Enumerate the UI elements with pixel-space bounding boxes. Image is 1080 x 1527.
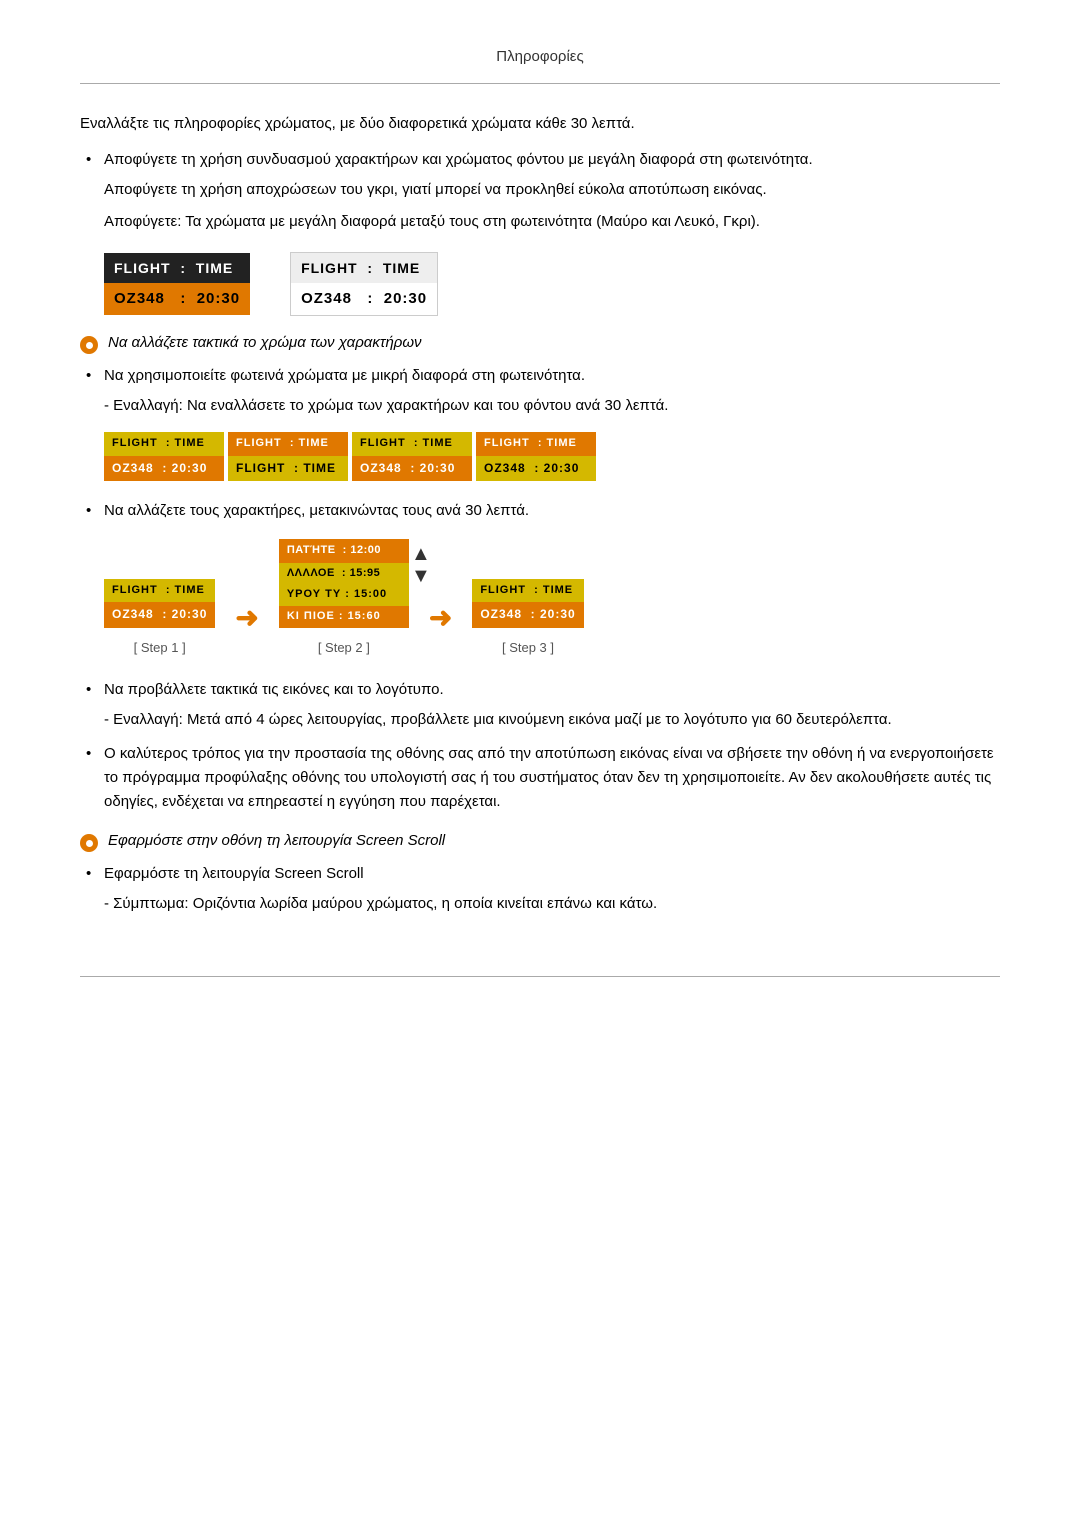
flight-header-light: FLIGHT : TIME xyxy=(291,253,437,283)
flight-data-light: OZ348 : 20:30 xyxy=(291,283,437,315)
step-3-container: FLIGHT : TIME OZ348 : 20:30 [ Step 3 ] xyxy=(472,579,583,659)
step-3-label: [ Step 3 ] xyxy=(502,638,554,659)
demo-row-1: FLIGHT : TIME OZ348 : 20:30 FLIGHT : TIM… xyxy=(104,252,1000,316)
second-bullet-list: Να χρησιμοποιείτε φωτεινά χρώματα με μικ… xyxy=(80,364,1000,814)
fbox-4-header: FLIGHT : TIME xyxy=(476,432,596,456)
step-2-box: ΠΑΤΉΤΕ : 12:00 ΛΛΛΛΟΕ : 15:95 ΥΡΟΥ ΤΥ : … xyxy=(279,539,409,627)
orange-circle-icon xyxy=(80,336,98,354)
fbox-2-data: FLIGHT : TIME xyxy=(228,456,348,481)
orange-circle-icon-2 xyxy=(80,834,98,852)
page-footer-line xyxy=(80,976,1000,977)
arrow-up-icon: ▲ xyxy=(411,543,431,565)
step-1-container: FLIGHT : TIME OZ348 : 20:30 [ Step 1 ] xyxy=(104,579,215,659)
step-arrow-2: ➜ xyxy=(429,596,452,641)
bullet-item-3: Να αλλάζετε τους χαρακτήρες, μετακινώντα… xyxy=(80,499,1000,658)
step-3-data: OZ348 : 20:30 xyxy=(472,602,583,627)
fbox-1-header: FLIGHT : TIME xyxy=(104,432,224,456)
bullet-item-5: Ο καλύτερος τρόπος για την προστασία της… xyxy=(80,742,1000,814)
flight-header-dark: FLIGHT : TIME xyxy=(104,253,250,283)
step-1-data: OZ348 : 20:30 xyxy=(104,602,215,627)
fbox-2: FLIGHT : TIME FLIGHT : TIME xyxy=(228,432,348,481)
flight-box-dark: FLIGHT : TIME OZ348 : 20:30 xyxy=(104,253,250,315)
fbox-1: FLIGHT : TIME OZ348 : 20:30 xyxy=(104,432,224,481)
flight-data-dark: OZ348 : 20:30 xyxy=(104,283,250,315)
step-2-header-1: ΠΑΤΉΤΕ : 12:00 xyxy=(279,539,409,563)
step-arrow-1: ➜ xyxy=(235,596,258,641)
fbox-4-data: OZ348 : 20:30 xyxy=(476,456,596,481)
step-1-label: [ Step 1 ] xyxy=(134,638,186,659)
steps-row: FLIGHT : TIME OZ348 : 20:30 [ Step 1 ] ➜… xyxy=(104,539,1000,658)
step-2-data-2: ΚΙ ΠΙΟΕ : 15:60 xyxy=(279,606,409,628)
third-bullet-list: Εφαρμόστε τη λειτουργία Screen Scroll - … xyxy=(80,862,1000,916)
page-container: Πληροφορίες Εναλλάξτε τις πληροφορίες χρ… xyxy=(0,0,1080,1037)
bullet-item-6: Εφαρμόστε τη λειτουργία Screen Scroll - … xyxy=(80,862,1000,916)
sub-text-6: - Σύμπτωμα: Οριζόντια λωρίδα μαύρου χρώμ… xyxy=(104,892,1000,916)
step-1-header: FLIGHT : TIME xyxy=(104,579,215,603)
sub-text-2: Αποφύγετε: Τα χρώματα με μεγάλη διαφορά … xyxy=(104,210,1000,234)
scroll-arrows: ▲ ▼ xyxy=(411,543,431,587)
flight-box-light: FLIGHT : TIME OZ348 : 20:30 xyxy=(290,252,438,316)
orange-section-2-label: Εφαρμόστε στην οθόνη τη λειτουργία Scree… xyxy=(108,832,445,849)
fbox-3-data: OZ348 : 20:30 xyxy=(352,456,472,481)
bullet-item-1: Αποφύγετε τη χρήση συνδυασμού χαρακτήρων… xyxy=(80,148,1000,316)
bullet-item-4: Να προβάλλετε τακτικά τις εικόνες και το… xyxy=(80,678,1000,732)
step-2-container: ΠΑΤΉΤΕ : 12:00 ΛΛΛΛΟΕ : 15:95 ΥΡΟΥ ΤΥ : … xyxy=(279,539,409,658)
flight-sequence-row: FLIGHT : TIME OZ348 : 20:30 FLIGHT : TIM… xyxy=(104,432,1000,481)
step-3-box: FLIGHT : TIME OZ348 : 20:30 xyxy=(472,579,583,628)
step-2-header-2: ΛΛΛΛΟΕ : 15:95 xyxy=(279,563,409,585)
orange-section-1-label: Να αλλάζετε τακτικά το χρώμα των χαρακτή… xyxy=(108,334,422,351)
sub-text-1: Αποφύγετε τη χρήση αποχρώσεων του γκρι, … xyxy=(104,178,1000,202)
page-title: Πληροφορίες xyxy=(80,30,1000,84)
step-2-label: [ Step 2 ] xyxy=(318,638,370,659)
main-bullet-list: Αποφύγετε τη χρήση συνδυασμού χαρακτήρων… xyxy=(80,148,1000,316)
fbox-3-header: FLIGHT : TIME xyxy=(352,432,472,456)
fbox-1-data: OZ348 : 20:30 xyxy=(104,456,224,481)
orange-section-2: Εφαρμόστε στην οθόνη τη λειτουργία Scree… xyxy=(80,832,1000,852)
fbox-2-header: FLIGHT : TIME xyxy=(228,432,348,456)
fbox-3: FLIGHT : TIME OZ348 : 20:30 xyxy=(352,432,472,481)
step-3-header: FLIGHT : TIME xyxy=(472,579,583,603)
sub-text-4: - Εναλλαγή: Μετά από 4 ώρες λειτουργίας,… xyxy=(104,708,1000,732)
fbox-4: FLIGHT : TIME OZ348 : 20:30 xyxy=(476,432,596,481)
step-1-box: FLIGHT : TIME OZ348 : 20:30 xyxy=(104,579,215,628)
intro-text: Εναλλάξτε τις πληροφορίες χρώματος, με δ… xyxy=(80,112,1000,136)
arrow-down-icon: ▼ xyxy=(411,565,431,587)
bullet-item-2: Να χρησιμοποιείτε φωτεινά χρώματα με μικ… xyxy=(80,364,1000,481)
step-2-data-1: ΥΡΟΥ ΤΥ : 15:00 xyxy=(279,584,409,606)
orange-section-1: Να αλλάζετε τακτικά το χρώμα των χαρακτή… xyxy=(80,334,1000,354)
sub-text-3: - Εναλλαγή: Να εναλλάσετε το χρώμα των χ… xyxy=(104,394,1000,418)
